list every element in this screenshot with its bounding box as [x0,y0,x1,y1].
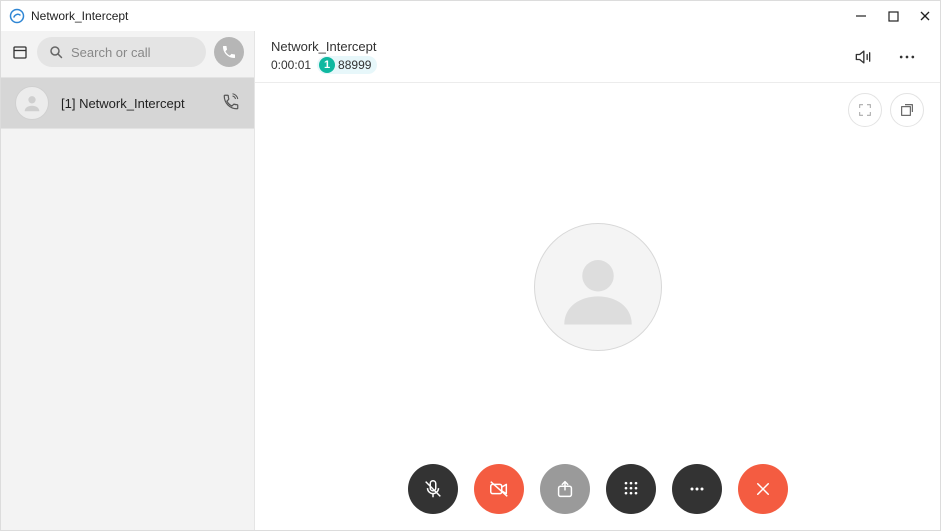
close-button[interactable] [918,9,932,23]
keypad-button[interactable] [606,464,656,514]
call-number: 88999 [338,58,371,72]
overflow-button[interactable] [672,464,722,514]
call-content [255,83,940,530]
call-timer: 0:00:01 [271,58,311,72]
search-input[interactable] [71,45,194,60]
call-avatar [534,223,662,351]
calendar-icon[interactable] [11,43,29,61]
hangup-button[interactable] [738,464,788,514]
contact-item[interactable]: [1] Network_Intercept [1,77,254,129]
call-badge: 1 [319,57,335,73]
call-number-pill: 1 88999 [317,56,377,74]
call-header: Network_Intercept 0:00:01 1 88999 [255,31,940,83]
call-controls [255,464,940,514]
title-bar: Network_Intercept [1,1,940,31]
window-title: Network_Intercept [31,9,128,23]
fullscreen-button[interactable] [848,93,882,127]
search-icon [49,45,63,59]
video-button[interactable] [474,464,524,514]
maximize-button[interactable] [886,9,900,23]
search-input-container[interactable] [37,37,206,67]
main-area: Network_Intercept 0:00:01 1 88999 [255,31,940,530]
call-name: Network_Intercept [271,39,377,54]
contact-avatar [15,86,49,120]
contact-label: [1] Network_Intercept [61,96,210,111]
minimize-button[interactable] [854,9,868,23]
app-icon [9,8,25,24]
sidebar: [1] Network_Intercept [1,31,255,530]
speaker-button[interactable] [846,40,880,74]
dialpad-button[interactable] [214,37,244,67]
more-button[interactable] [890,40,924,74]
search-row [1,31,254,77]
mute-button[interactable] [408,464,458,514]
share-button[interactable] [540,464,590,514]
popout-button[interactable] [890,93,924,127]
phone-active-icon [222,93,240,114]
